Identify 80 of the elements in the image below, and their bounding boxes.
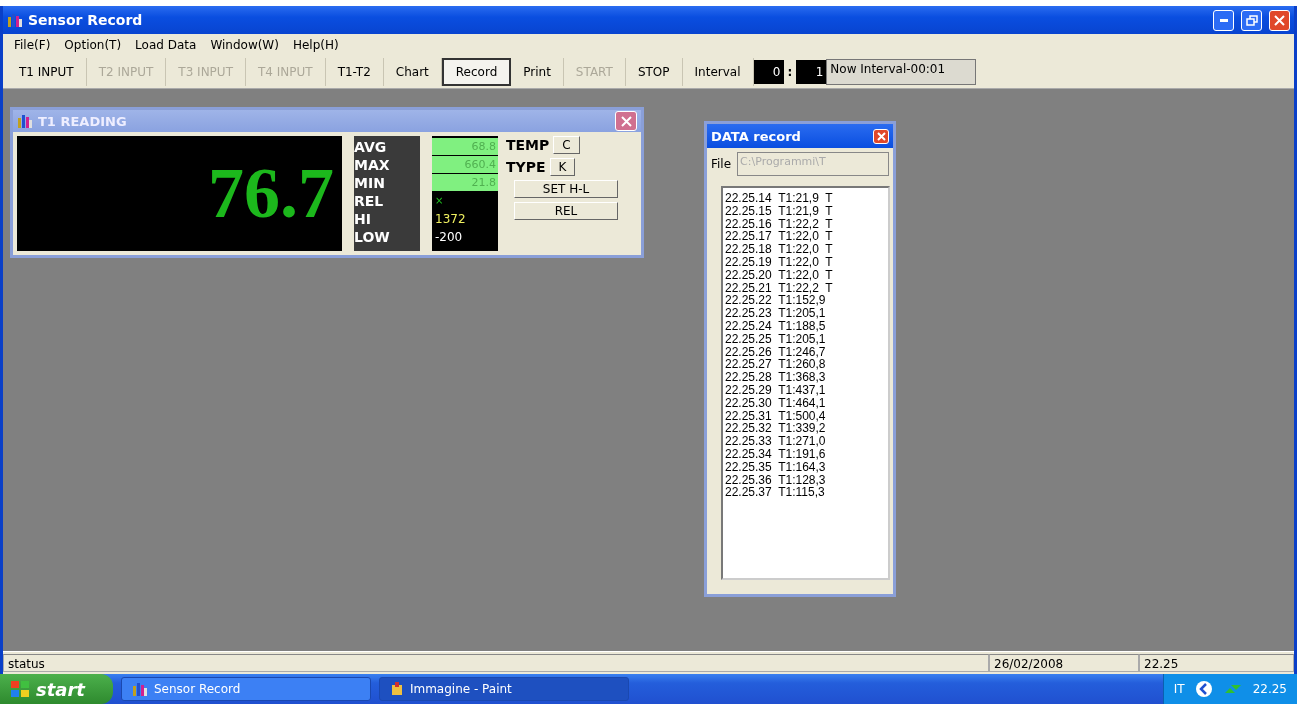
clock: 22.25 [1252,682,1287,696]
taskbar-button[interactable]: Immagine - Paint [378,677,629,701]
stat-label: HI [354,210,372,228]
file-label: File [711,157,732,171]
log-line: 22.25.14 T1:21,9 T [725,192,834,205]
log-line: 22.25.23 T1:205,1 [725,307,827,320]
log-line: 22.25.30 T1:464,1 [725,396,827,410]
type-label: TYPE [506,159,546,175]
log-line: 22.25.28 T1:368,3 [725,371,827,384]
window-title: T1 READING [38,113,128,129]
taskbar-button[interactable]: Sensor Record [120,677,371,701]
log-line: 22.25.17 T1:22,0 T [725,230,834,244]
minimize-icon [1219,18,1228,22]
close-button[interactable] [873,128,889,144]
restore-button[interactable] [1241,9,1262,31]
action-button[interactable]: SET H-L [514,180,618,198]
close-icon [876,131,886,141]
close-button[interactable] [1269,9,1290,31]
type-button[interactable]: K [549,158,576,176]
toolbar-button[interactable]: Record [441,58,512,86]
stat-value: -200 [434,229,464,246]
log-line: 22.25.37 T1:115,3 [725,486,826,500]
temp-label: TEMP [506,137,550,153]
log-line: 22.25.36 T1:128,3 [725,473,827,487]
log-line: 22.25.31 T1:500,4 [725,409,827,423]
start-button[interactable]: start [0,674,113,704]
paint-icon [389,682,404,696]
bar-chart-icon [17,114,33,128]
log-line: 22.25.19 T1:22,0 T [725,256,834,269]
close-button[interactable] [615,111,637,131]
stat-value: × [434,194,445,208]
menu-item[interactable]: File(F) [7,38,58,52]
window-title: Sensor Record [28,12,144,28]
log-line: 22.25.16 T1:22,2 T [725,217,834,231]
stat-label: REL [354,192,385,210]
log-line: 22.25.26 T1:246,7 [725,345,827,359]
close-icon [1274,14,1285,26]
log-line: 22.25.32 T1:339,2 [725,422,827,436]
minimize-button[interactable] [1213,9,1234,31]
log-line: 22.25.33 T1:271,0 [725,435,827,448]
stat-value: 68.8 [432,138,498,155]
log-line: 22.25.20 T1:22,0 T [725,268,834,282]
log-line: 22.25.35 T1:164,3 [725,460,827,474]
stat-label: LOW [354,228,391,246]
bar-chart-icon [7,13,23,27]
menu-item[interactable]: Option(T) [57,38,129,52]
log-line: 22.25.22 T1:152,9 [725,294,827,308]
stat-label: MAX [354,156,391,174]
temperature-display: 76.7 [17,136,342,251]
unit-button[interactable]: C [553,136,580,154]
status-cell: status [3,654,989,672]
menu-item[interactable]: Help(H) [285,38,346,52]
stat-value: 1372 [434,211,467,228]
bar-chart-icon [131,682,148,696]
menu-item[interactable]: Window(W) [203,38,286,52]
stat-value: 660.4 [432,156,498,173]
status-cell: 22.25 [1139,654,1294,672]
menu-item[interactable]: Load Data [128,38,204,52]
log-line: 22.25.24 T1:188,5 [725,319,827,333]
restore-icon [1245,14,1258,26]
stat-label: AVG [354,138,388,156]
log-line: 22.25.21 T1:22,2 T [725,281,834,295]
windows-flag-icon [10,680,30,698]
log-line: 22.25.18 T1:22,0 T [725,243,834,256]
log-line: 22.25.34 T1:191,6 [725,447,827,461]
close-icon [620,115,632,127]
log-line: 22.25.15 T1:21,9 T [725,204,834,218]
minutes-field[interactable]: 0 [753,60,784,84]
stat-value: 21.8 [432,174,498,191]
log-line: 22.25.25 T1:205,1 [725,332,827,346]
log-line: 22.25.27 T1:260,8 [725,358,827,372]
seconds-field[interactable]: 1 [796,60,827,84]
chevron-icon [1194,680,1213,698]
action-button[interactable]: REL [514,202,618,220]
interval-display: Now Interval-00:01 [826,59,977,85]
log-line: 22.25.29 T1:437,1 [725,383,827,397]
time-separator: : [786,65,794,79]
stat-label: MIN [354,174,386,192]
status-cell: 26/02/2008 [989,654,1139,672]
window-title: DATA record [711,128,802,144]
